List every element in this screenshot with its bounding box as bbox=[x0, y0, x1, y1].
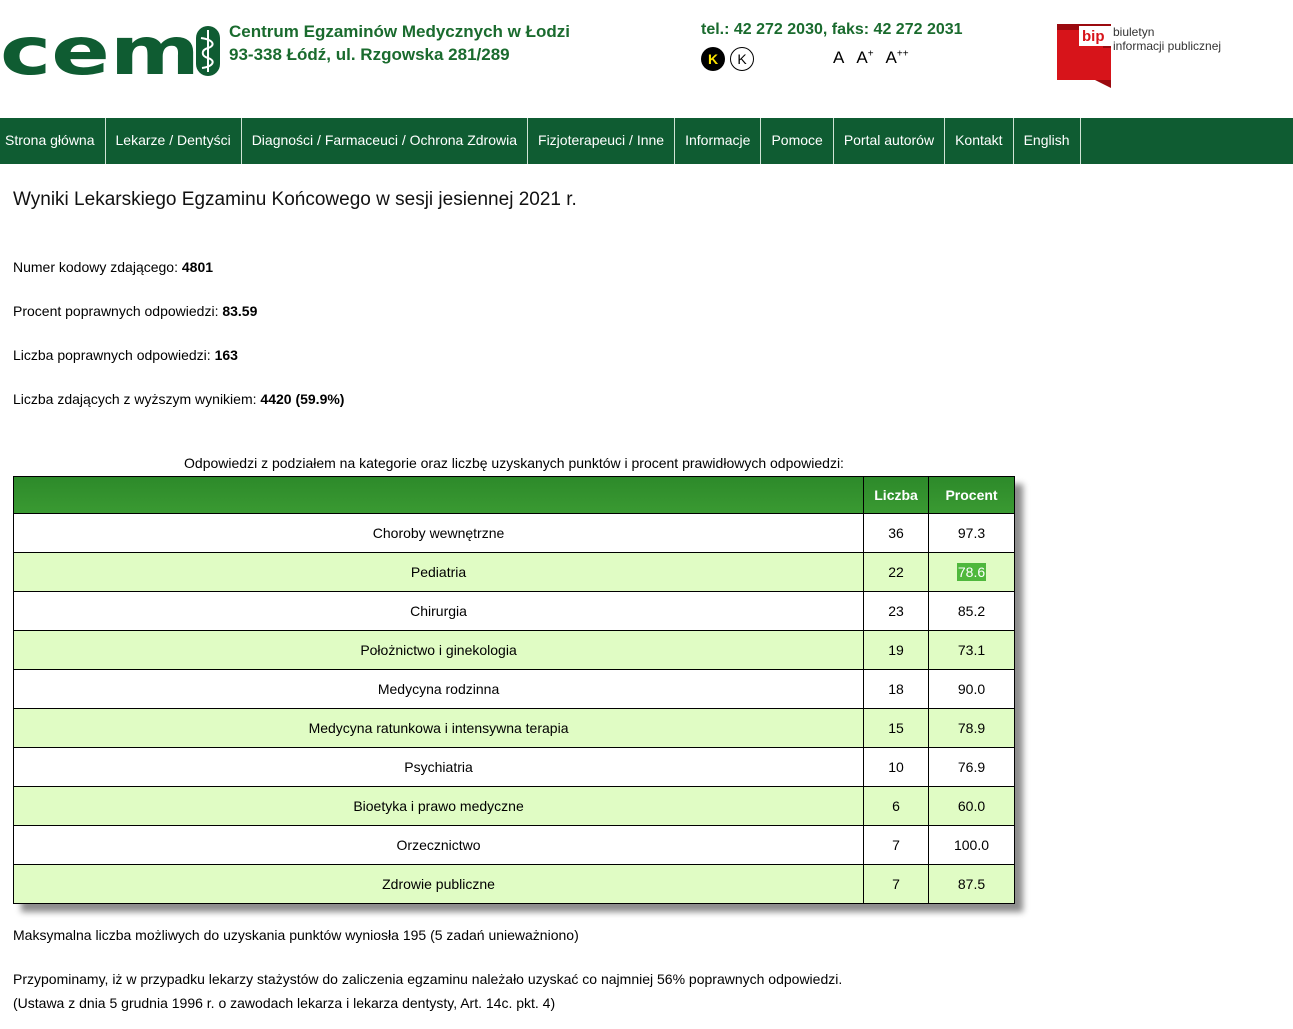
row-percent: 85.2 bbox=[928, 591, 1015, 631]
nav-item-authors-portal[interactable]: Portal autorów bbox=[834, 118, 946, 164]
row-count: 7 bbox=[863, 825, 930, 865]
row-category: Medycyna ratunkowa i intensywna terapia bbox=[12, 708, 865, 748]
phone-fax: tel.: 42 272 2030, faks: 42 272 2031 bbox=[701, 21, 963, 38]
row-count: 36 bbox=[863, 513, 930, 553]
header-category bbox=[12, 476, 865, 514]
cem-logo[interactable]: cem bbox=[0, 22, 222, 80]
table-row: Położnictwo i ginekologia 19 73.1 bbox=[12, 630, 1015, 670]
row-category: Położnictwo i ginekologia bbox=[12, 630, 865, 670]
row-percent: 97.3 bbox=[928, 513, 1015, 553]
table-row: Pediatria 22 78.6 bbox=[12, 552, 1015, 592]
candidate-code-value: 4801 bbox=[181, 259, 214, 275]
row-category: Bioetyka i prawo medyczne bbox=[12, 786, 865, 826]
nav-item-contact[interactable]: Kontakt bbox=[945, 118, 1014, 164]
row-category: Psychiatria bbox=[12, 747, 865, 787]
table-caption: Odpowiedzi z podziałem na kategorie oraz… bbox=[184, 455, 844, 471]
table-row: Bioetyka i prawo medyczne 6 60.0 bbox=[12, 786, 1015, 826]
row-percent: 78.6 bbox=[928, 552, 1015, 592]
normal-contrast-button[interactable]: K bbox=[730, 47, 754, 71]
page-title: Wyniki Lekarskiego Egzaminu Końcowego w … bbox=[13, 189, 577, 210]
table-row: Zdrowie publiczne 7 87.5 bbox=[12, 864, 1015, 904]
row-percent: 76.9 bbox=[928, 747, 1015, 787]
row-percent: 78.9 bbox=[928, 708, 1015, 748]
row-category: Medycyna rodzinna bbox=[12, 669, 865, 709]
nav-item-physiotherapists-other[interactable]: Fizjoterapeuci / Inne bbox=[528, 118, 676, 164]
max-points-note: Maksymalna liczba możliwych do uzyskania… bbox=[13, 927, 579, 943]
svg-text:biuletyn: biuletyn bbox=[1113, 25, 1154, 39]
row-count: 15 bbox=[863, 708, 930, 748]
header-percent: Procent bbox=[928, 476, 1015, 514]
table-row: Orzecznictwo 7 100.0 bbox=[12, 825, 1015, 865]
row-count: 10 bbox=[863, 747, 930, 787]
field-correct-count: Liczba poprawnych odpowiedzi: 163 bbox=[13, 347, 238, 363]
row-percent: 73.1 bbox=[928, 630, 1015, 670]
row-count: 7 bbox=[863, 864, 930, 904]
logo-wordmark: cem bbox=[0, 22, 200, 80]
field-candidate-code: Numer kodowy zdającego: 4801 bbox=[13, 259, 214, 275]
results-table: Liczba Procent Choroby wewnętrzne 36 97.… bbox=[12, 476, 1015, 904]
row-count: 6 bbox=[863, 786, 930, 826]
table-row: Medycyna ratunkowa i intensywna terapia … bbox=[12, 708, 1015, 748]
svg-text:informacji publicznej: informacji publicznej bbox=[1113, 39, 1221, 53]
row-category: Orzecznictwo bbox=[12, 825, 865, 865]
row-percent: 90.0 bbox=[928, 669, 1015, 709]
row-count: 23 bbox=[863, 591, 930, 631]
high-contrast-button[interactable]: K bbox=[701, 47, 725, 71]
pass-threshold-note: Przypominamy, iż w przypadku lekarzy sta… bbox=[13, 971, 843, 987]
selected-percent-text: 78.6 bbox=[956, 563, 987, 581]
nav-item-diagnosticians-pharmacists[interactable]: Diagności / Farmaceuci / Ochrona Zdrowia bbox=[242, 118, 529, 164]
percent-correct-value: 83.59 bbox=[222, 303, 258, 319]
row-category: Chirurgia bbox=[12, 591, 865, 631]
results-table-wrapper: Liczba Procent Choroby wewnętrzne 36 97.… bbox=[12, 476, 1015, 904]
row-count: 22 bbox=[863, 552, 930, 592]
table-row: Psychiatria 10 76.9 bbox=[12, 747, 1015, 787]
row-category: Pediatria bbox=[12, 552, 865, 592]
org-name: Centrum Egzaminów Medycznych w Łodzi bbox=[229, 22, 570, 41]
contrast-switcher: K K bbox=[701, 47, 754, 71]
font-size-xlarge-button[interactable]: A++ bbox=[886, 48, 909, 68]
header-count: Liczba bbox=[863, 476, 930, 514]
field-higher-scores: Liczba zdających z wyższym wynikiem: 442… bbox=[13, 391, 345, 407]
row-percent: 100.0 bbox=[928, 825, 1015, 865]
font-size-switcher: A A+ A++ bbox=[833, 48, 909, 68]
site-header: cem Centrum Egzaminów Medycznych w Łodzi… bbox=[0, 0, 1293, 118]
nav-item-home[interactable]: Strona główna bbox=[0, 118, 106, 164]
org-address: 93-338 Łódź, ul. Rzgowska 281/289 bbox=[229, 45, 510, 64]
row-category: Zdrowie publiczne bbox=[12, 864, 865, 904]
row-category: Choroby wewnętrzne bbox=[12, 513, 865, 553]
table-header-row: Liczba Procent bbox=[12, 476, 1015, 514]
table-row: Choroby wewnętrzne 36 97.3 bbox=[12, 513, 1015, 553]
row-count: 18 bbox=[863, 669, 930, 709]
main-navigation: Strona główna Lekarze / Dentyści Diagnoś… bbox=[0, 118, 1293, 164]
organization-info: Centrum Egzaminów Medycznych w Łodzi 93-… bbox=[229, 20, 570, 66]
font-size-normal-button[interactable]: A bbox=[833, 48, 844, 68]
bip-logo[interactable]: bip biuletyn informacji publicznej bbox=[1057, 24, 1247, 88]
row-count: 19 bbox=[863, 630, 930, 670]
higher-scores-value: 4420 (59.9%) bbox=[260, 391, 345, 407]
nav-item-information[interactable]: Informacje bbox=[675, 118, 762, 164]
nav-item-help[interactable]: Pomoce bbox=[761, 118, 834, 164]
nav-filler bbox=[1079, 118, 1293, 164]
field-percent-correct: Procent poprawnych odpowiedzi: 83.59 bbox=[13, 303, 258, 319]
correct-count-value: 163 bbox=[214, 347, 238, 363]
legal-reference-note: (Ustawa z dnia 5 grudnia 1996 r. o zawod… bbox=[13, 995, 556, 1011]
table-row: Medycyna rodzinna 18 90.0 bbox=[12, 669, 1015, 709]
nav-item-doctors-dentists[interactable]: Lekarze / Dentyści bbox=[106, 118, 242, 164]
row-percent: 87.5 bbox=[928, 864, 1015, 904]
nav-item-english[interactable]: English bbox=[1014, 118, 1080, 164]
font-size-large-button[interactable]: A+ bbox=[856, 48, 873, 68]
row-percent: 60.0 bbox=[928, 786, 1015, 826]
table-row: Chirurgia 23 85.2 bbox=[12, 591, 1015, 631]
svg-text:bip: bip bbox=[1082, 28, 1105, 45]
